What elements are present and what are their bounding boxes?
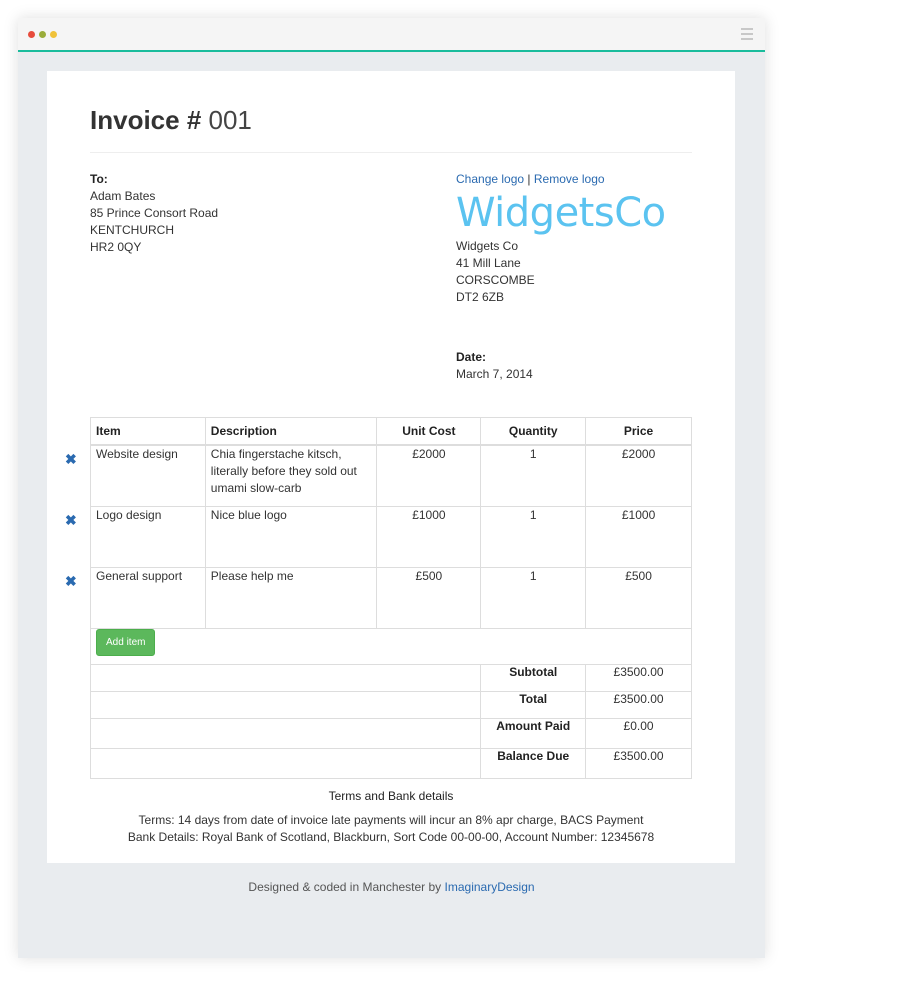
invoice-title: Invoice # 001 [90, 105, 252, 136]
to-label: To: [90, 172, 108, 186]
date-label: Date: [456, 350, 487, 364]
amount-paid-label: Amount Paid [480, 717, 587, 749]
totals-spacer [89, 690, 482, 719]
balance-due-label: Balance Due [480, 747, 587, 779]
bank-details-text[interactable]: Bank Details: Royal Bank of Scotland, Bl… [90, 829, 692, 846]
table-row: ✖ General support Please help me £500 1 … [65, 566, 692, 629]
item-description[interactable]: Please help me [204, 566, 378, 629]
logo-link-separator: | [527, 172, 531, 186]
item-unit-cost[interactable]: £2000 [376, 444, 482, 507]
header-price: Price [585, 417, 692, 446]
item-name[interactable]: Logo design [96, 508, 161, 522]
table-row: ✖ Logo design Nice blue logo £1000 1 £10… [65, 505, 692, 568]
sender-town[interactable]: CORSCOMBE [456, 272, 696, 289]
balance-due-row: Balance Due £3500.00 [89, 747, 692, 779]
subtotal-row: Subtotal £3500.00 [89, 663, 692, 692]
header-description: Description [204, 417, 378, 446]
subtotal-value: £3500.00 [585, 663, 692, 692]
recipient-postcode[interactable]: HR2 0QY [90, 239, 218, 256]
item-price: £2000 [585, 444, 692, 507]
logo-links: Change logo | Remove logo [456, 171, 696, 188]
sender-street[interactable]: 41 Mill Lane [456, 255, 696, 272]
sender-name[interactable]: Widgets Co [456, 238, 696, 255]
header-item: Item [90, 417, 206, 446]
item-unit-cost[interactable]: £1000 [376, 505, 482, 568]
add-item-row: Add item [90, 627, 692, 665]
item-quantity[interactable]: 1 [480, 566, 587, 629]
item-name[interactable]: General support [96, 569, 182, 583]
invoice-paper: Invoice # 001 To: Adam Bates 85 Prince C… [47, 71, 735, 863]
total-label: Total [480, 690, 587, 719]
amount-paid-value[interactable]: £0.00 [585, 717, 692, 749]
subtotal-label: Subtotal [480, 663, 587, 692]
item-price: £1000 [585, 505, 692, 568]
date-value[interactable]: March 7, 2014 [456, 366, 696, 383]
terms-heading: Terms and Bank details [328, 789, 454, 803]
item-description[interactable]: Nice blue logo [204, 505, 378, 568]
totals-spacer [89, 717, 482, 749]
company-logo: WidgetsCo [456, 190, 666, 236]
remove-logo-link[interactable]: Remove logo [534, 172, 605, 186]
item-name[interactable]: Website design [96, 447, 178, 461]
amount-paid-row: Amount Paid £0.00 [89, 717, 692, 749]
header-quantity: Quantity [480, 417, 587, 446]
item-quantity[interactable]: 1 [480, 444, 587, 507]
page-footer: Designed & coded in Manchester by Imagin… [18, 880, 765, 894]
terms-text[interactable]: Terms: 14 days from date of invoice late… [90, 812, 692, 829]
totals-spacer [89, 663, 482, 692]
title-divider [90, 152, 692, 153]
terms-section: Terms and Bank details Terms: 14 days fr… [90, 788, 692, 846]
add-item-button[interactable]: Add item [96, 628, 156, 656]
recipient-name[interactable]: Adam Bates [90, 188, 218, 205]
totals-spacer [89, 747, 482, 779]
footer-link[interactable]: ImaginaryDesign [445, 880, 535, 894]
maximize-dot-icon[interactable] [50, 31, 57, 38]
balance-due-value: £3500.00 [585, 747, 692, 779]
browser-window: Invoice # 001 To: Adam Bates 85 Prince C… [18, 18, 765, 958]
invoice-title-label: Invoice # [90, 105, 202, 135]
item-price: £500 [585, 566, 692, 629]
date-block: Date: March 7, 2014 [456, 349, 696, 383]
recipient-address[interactable]: To: Adam Bates 85 Prince Consort Road KE… [90, 171, 218, 256]
delete-row-icon[interactable]: ✖ [65, 513, 77, 527]
invoice-number[interactable]: 001 [209, 105, 252, 135]
recipient-street[interactable]: 85 Prince Consort Road [90, 205, 218, 222]
table-header-row: Item Description Unit Cost Quantity Pric… [90, 417, 692, 446]
item-cell[interactable]: ✖ Website design [65, 444, 206, 507]
sender-address[interactable]: Widgets Co 41 Mill Lane CORSCOMBE DT2 6Z… [456, 238, 696, 306]
item-cell[interactable]: ✖ General support [65, 566, 206, 629]
add-item-cell: Add item [90, 627, 692, 665]
change-logo-link[interactable]: Change logo [456, 172, 524, 186]
hamburger-menu-icon[interactable] [741, 28, 753, 43]
items-table: Item Description Unit Cost Quantity Pric… [65, 417, 692, 779]
title-bar [18, 18, 765, 52]
table-row: ✖ Website design Chia fingerstache kitsc… [65, 444, 692, 507]
item-quantity[interactable]: 1 [480, 505, 587, 568]
total-row: Total £3500.00 [89, 690, 692, 719]
total-value: £3500.00 [585, 690, 692, 719]
footer-text: Designed & coded in Manchester by [248, 880, 442, 894]
item-cell[interactable]: ✖ Logo design [65, 505, 206, 568]
close-dot-icon[interactable] [28, 31, 35, 38]
sender-postcode[interactable]: DT2 6ZB [456, 289, 696, 306]
sender-block: Change logo | Remove logo WidgetsCo Widg… [456, 171, 696, 383]
item-description[interactable]: Chia fingerstache kitsch, literally befo… [204, 444, 378, 507]
delete-row-icon[interactable]: ✖ [65, 452, 77, 466]
delete-row-icon[interactable]: ✖ [65, 574, 77, 588]
minimize-dot-icon[interactable] [39, 31, 46, 38]
header-unit-cost: Unit Cost [376, 417, 482, 446]
recipient-town[interactable]: KENTCHURCH [90, 222, 218, 239]
item-unit-cost[interactable]: £500 [376, 566, 482, 629]
